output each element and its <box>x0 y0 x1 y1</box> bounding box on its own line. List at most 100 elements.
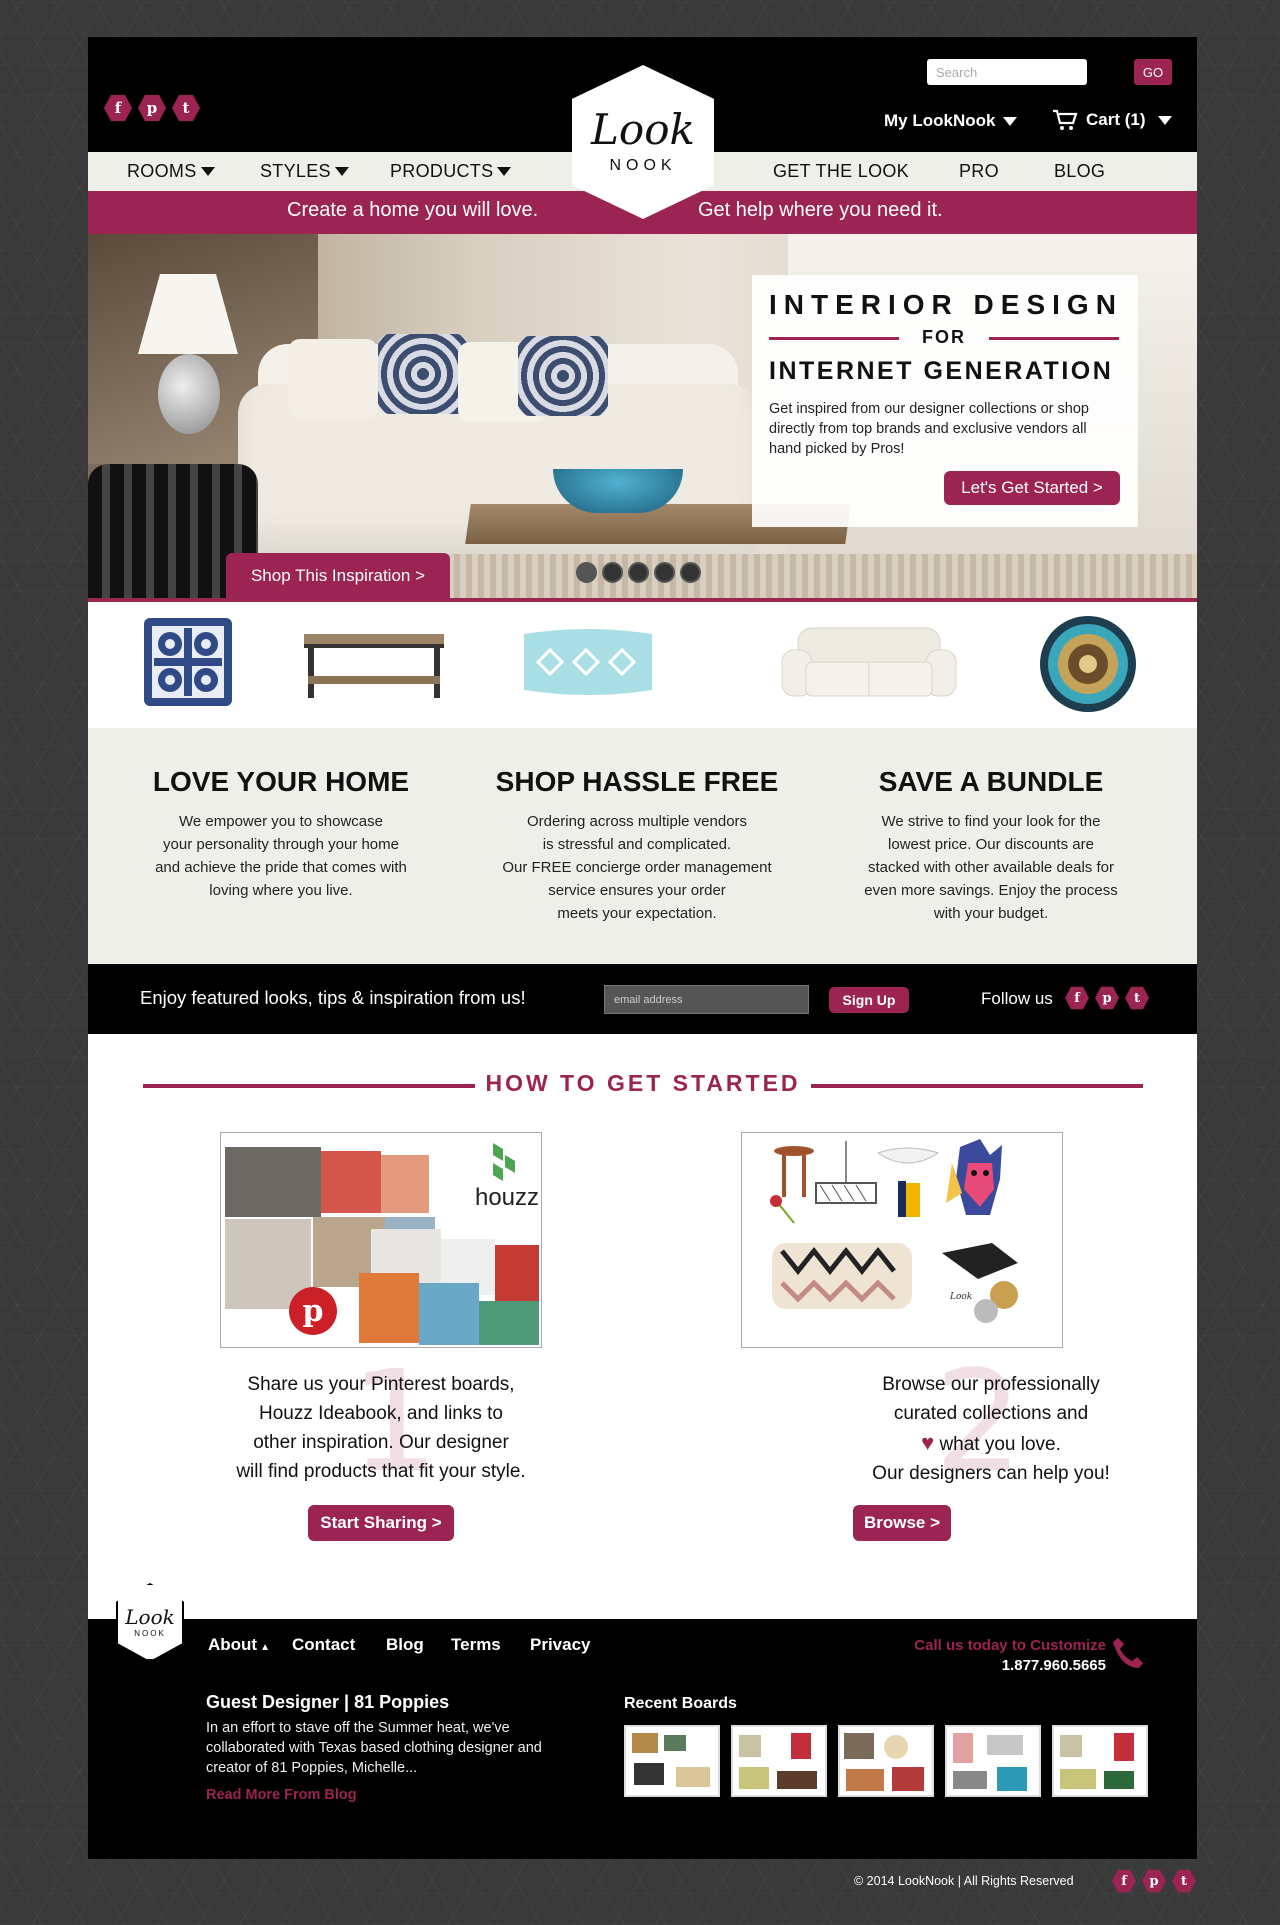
site-footer: Look NOOK About ▲ Contact Blog Terms Priv… <box>88 1583 1197 1859</box>
phone-number[interactable]: 1.877.960.5665 <box>896 1657 1106 1674</box>
get-started-button[interactable]: Let's Get Started > <box>944 471 1120 505</box>
step-text-line: curated collections and <box>893 1403 1089 1424</box>
nav-rooms[interactable]: ROOMS <box>127 161 215 182</box>
cart-label: Cart (1) <box>1086 110 1146 129</box>
feature-love-your-home: LOVE YOUR HOME We empower you to showcas… <box>121 728 441 902</box>
step-text-line: other inspiration. Our designer <box>253 1432 509 1453</box>
product-coffee-table[interactable] <box>298 626 450 702</box>
product-strip <box>88 602 1197 728</box>
footer-logo-word: NOOK <box>134 1628 166 1638</box>
footer-logo[interactable]: Look NOOK <box>116 1583 184 1661</box>
page: f p t GO My LookNook Cart (1) ROOMS STYL… <box>88 37 1197 1859</box>
footer-link-contact[interactable]: Contact <box>292 1635 355 1655</box>
chevron-down-icon <box>497 167 512 176</box>
nav-pro[interactable]: PRO <box>959 161 999 182</box>
feature-save-a-bundle: SAVE A BUNDLE We strive to find your loo… <box>831 728 1151 925</box>
feature-title: SHOP HASSLE FREE <box>495 766 779 797</box>
logo-word: NOOK <box>609 157 677 174</box>
twitter-icon[interactable]: t <box>1125 986 1149 1010</box>
slider-dot[interactable] <box>680 562 701 583</box>
chevron-down-icon <box>334 167 349 176</box>
recent-board-thumbnail[interactable] <box>945 1725 1041 1797</box>
footer-link-privacy[interactable]: Privacy <box>530 1635 591 1655</box>
inspiration-collage-image: p houzz <box>221 1133 541 1347</box>
chevron-down-icon <box>1157 115 1172 125</box>
search-go-button[interactable]: GO <box>1134 59 1172 85</box>
step-2-collage: Look <box>741 1132 1063 1348</box>
footer-link-label: About <box>208 1635 258 1654</box>
footer-link-terms[interactable]: Terms <box>451 1635 501 1655</box>
footer-link-blog[interactable]: Blog <box>386 1635 424 1655</box>
svg-text:p: p <box>303 1294 324 1329</box>
bottom-social: f p t <box>1112 1869 1196 1893</box>
email-field[interactable] <box>604 985 809 1014</box>
hero-for-text: FOR <box>922 327 966 347</box>
product-decorative-plate[interactable] <box>1038 614 1138 714</box>
facebook-icon[interactable]: f <box>104 94 132 122</box>
hero-heading-top: INTERIOR DESIGN <box>769 289 1123 320</box>
footer-logo-script: Look <box>125 1604 175 1629</box>
copyright-text: © 2014 LookNook | All Rights Reserved <box>854 1874 1074 1888</box>
product-blue-pillow[interactable] <box>140 614 236 710</box>
shop-inspiration-button[interactable]: Shop This Inspiration > <box>226 553 450 598</box>
follow-label: Follow us <box>981 989 1053 1008</box>
slider-dot[interactable] <box>628 562 649 583</box>
search-input[interactable] <box>927 59 1087 85</box>
features-section: LOVE YOUR HOME We empower you to showcas… <box>88 728 1197 964</box>
recent-boards-title: Recent Boards <box>624 1695 737 1712</box>
twitter-icon[interactable]: t <box>1172 1869 1196 1893</box>
nav-blog[interactable]: BLOG <box>1054 161 1105 182</box>
browse-button[interactable]: Browse > <box>853 1505 951 1541</box>
hero-card: INTERIOR DESIGN FOR INTERNET GENERATION … <box>752 275 1138 527</box>
facebook-icon[interactable]: f <box>1112 1869 1136 1893</box>
blog-post-excerpt: In an effort to stave off the Summer hea… <box>206 1720 542 1776</box>
nav-styles-label: STYLES <box>260 161 331 181</box>
cart-menu[interactable]: Cart (1) <box>1052 109 1172 131</box>
pinterest-icon[interactable]: p <box>1095 986 1119 1010</box>
step-text-line: will find products that fit your style. <box>236 1461 526 1482</box>
logo-script: Look <box>591 105 695 154</box>
hero-pillow <box>518 336 608 416</box>
phone-icon <box>1113 1638 1143 1668</box>
read-more-link[interactable]: Read More From Blog <box>206 1787 357 1803</box>
curated-collection-image: Look <box>742 1133 1062 1347</box>
recent-board-thumbnail[interactable] <box>1052 1725 1148 1797</box>
nav-styles[interactable]: STYLES <box>260 161 349 182</box>
nav-products-label: PRODUCTS <box>390 161 494 181</box>
step-2-text: Browse our professionally curated collec… <box>801 1370 1181 1488</box>
slider-dot[interactable] <box>602 562 623 583</box>
slider-dot[interactable] <box>654 562 675 583</box>
step-text-line: Share us your Pinterest boards, <box>247 1374 515 1395</box>
feature-shop-hassle-free: SHOP HASSLE FREE Ordering across multipl… <box>477 728 797 925</box>
step-text-line: Our designers can help you! <box>872 1463 1110 1484</box>
step-text-line: Browse our professionally <box>882 1374 1100 1395</box>
blog-post-title[interactable]: Guest Designer | 81 Poppies <box>206 1692 449 1713</box>
feature-title: LOVE YOUR HOME <box>152 766 410 797</box>
hero-rug <box>388 554 1197 598</box>
signup-button[interactable]: Sign Up <box>829 987 909 1013</box>
nav-products[interactable]: PRODUCTS <box>390 161 512 182</box>
product-lumbar-pillow[interactable] <box>518 624 658 700</box>
slider-dot[interactable] <box>576 562 597 583</box>
footer-link-about[interactable]: About ▲ <box>208 1635 270 1655</box>
pinterest-icon[interactable]: p <box>138 94 166 122</box>
tagline-left: Create a home you will love. <box>287 199 539 221</box>
facebook-icon[interactable]: f <box>1065 986 1089 1010</box>
pinterest-icon[interactable]: p <box>1142 1869 1166 1893</box>
svg-text:Look: Look <box>949 1292 972 1302</box>
houzz-logo-text: houzz <box>475 1184 539 1211</box>
twitter-icon[interactable]: t <box>172 94 200 122</box>
my-account-menu[interactable]: My LookNook <box>884 111 1018 131</box>
product-white-sofa[interactable] <box>778 622 960 706</box>
recent-board-thumbnail[interactable] <box>624 1725 720 1797</box>
nav-get-the-look[interactable]: GET THE LOOK <box>773 161 909 182</box>
recent-board-thumbnail[interactable] <box>838 1725 934 1797</box>
step-text-line-with-heart: ♥ what you love. <box>801 1428 1181 1459</box>
hero-pillow <box>378 334 468 414</box>
my-account-label: My LookNook <box>884 111 996 130</box>
recent-board-thumbnail[interactable] <box>731 1725 827 1797</box>
start-sharing-button[interactable]: Start Sharing > <box>308 1505 454 1541</box>
hero-lamp-base <box>158 354 220 434</box>
hero-heading-for: FOR <box>769 327 1119 349</box>
newsletter-text: Enjoy featured looks, tips & inspiration… <box>140 987 526 1008</box>
